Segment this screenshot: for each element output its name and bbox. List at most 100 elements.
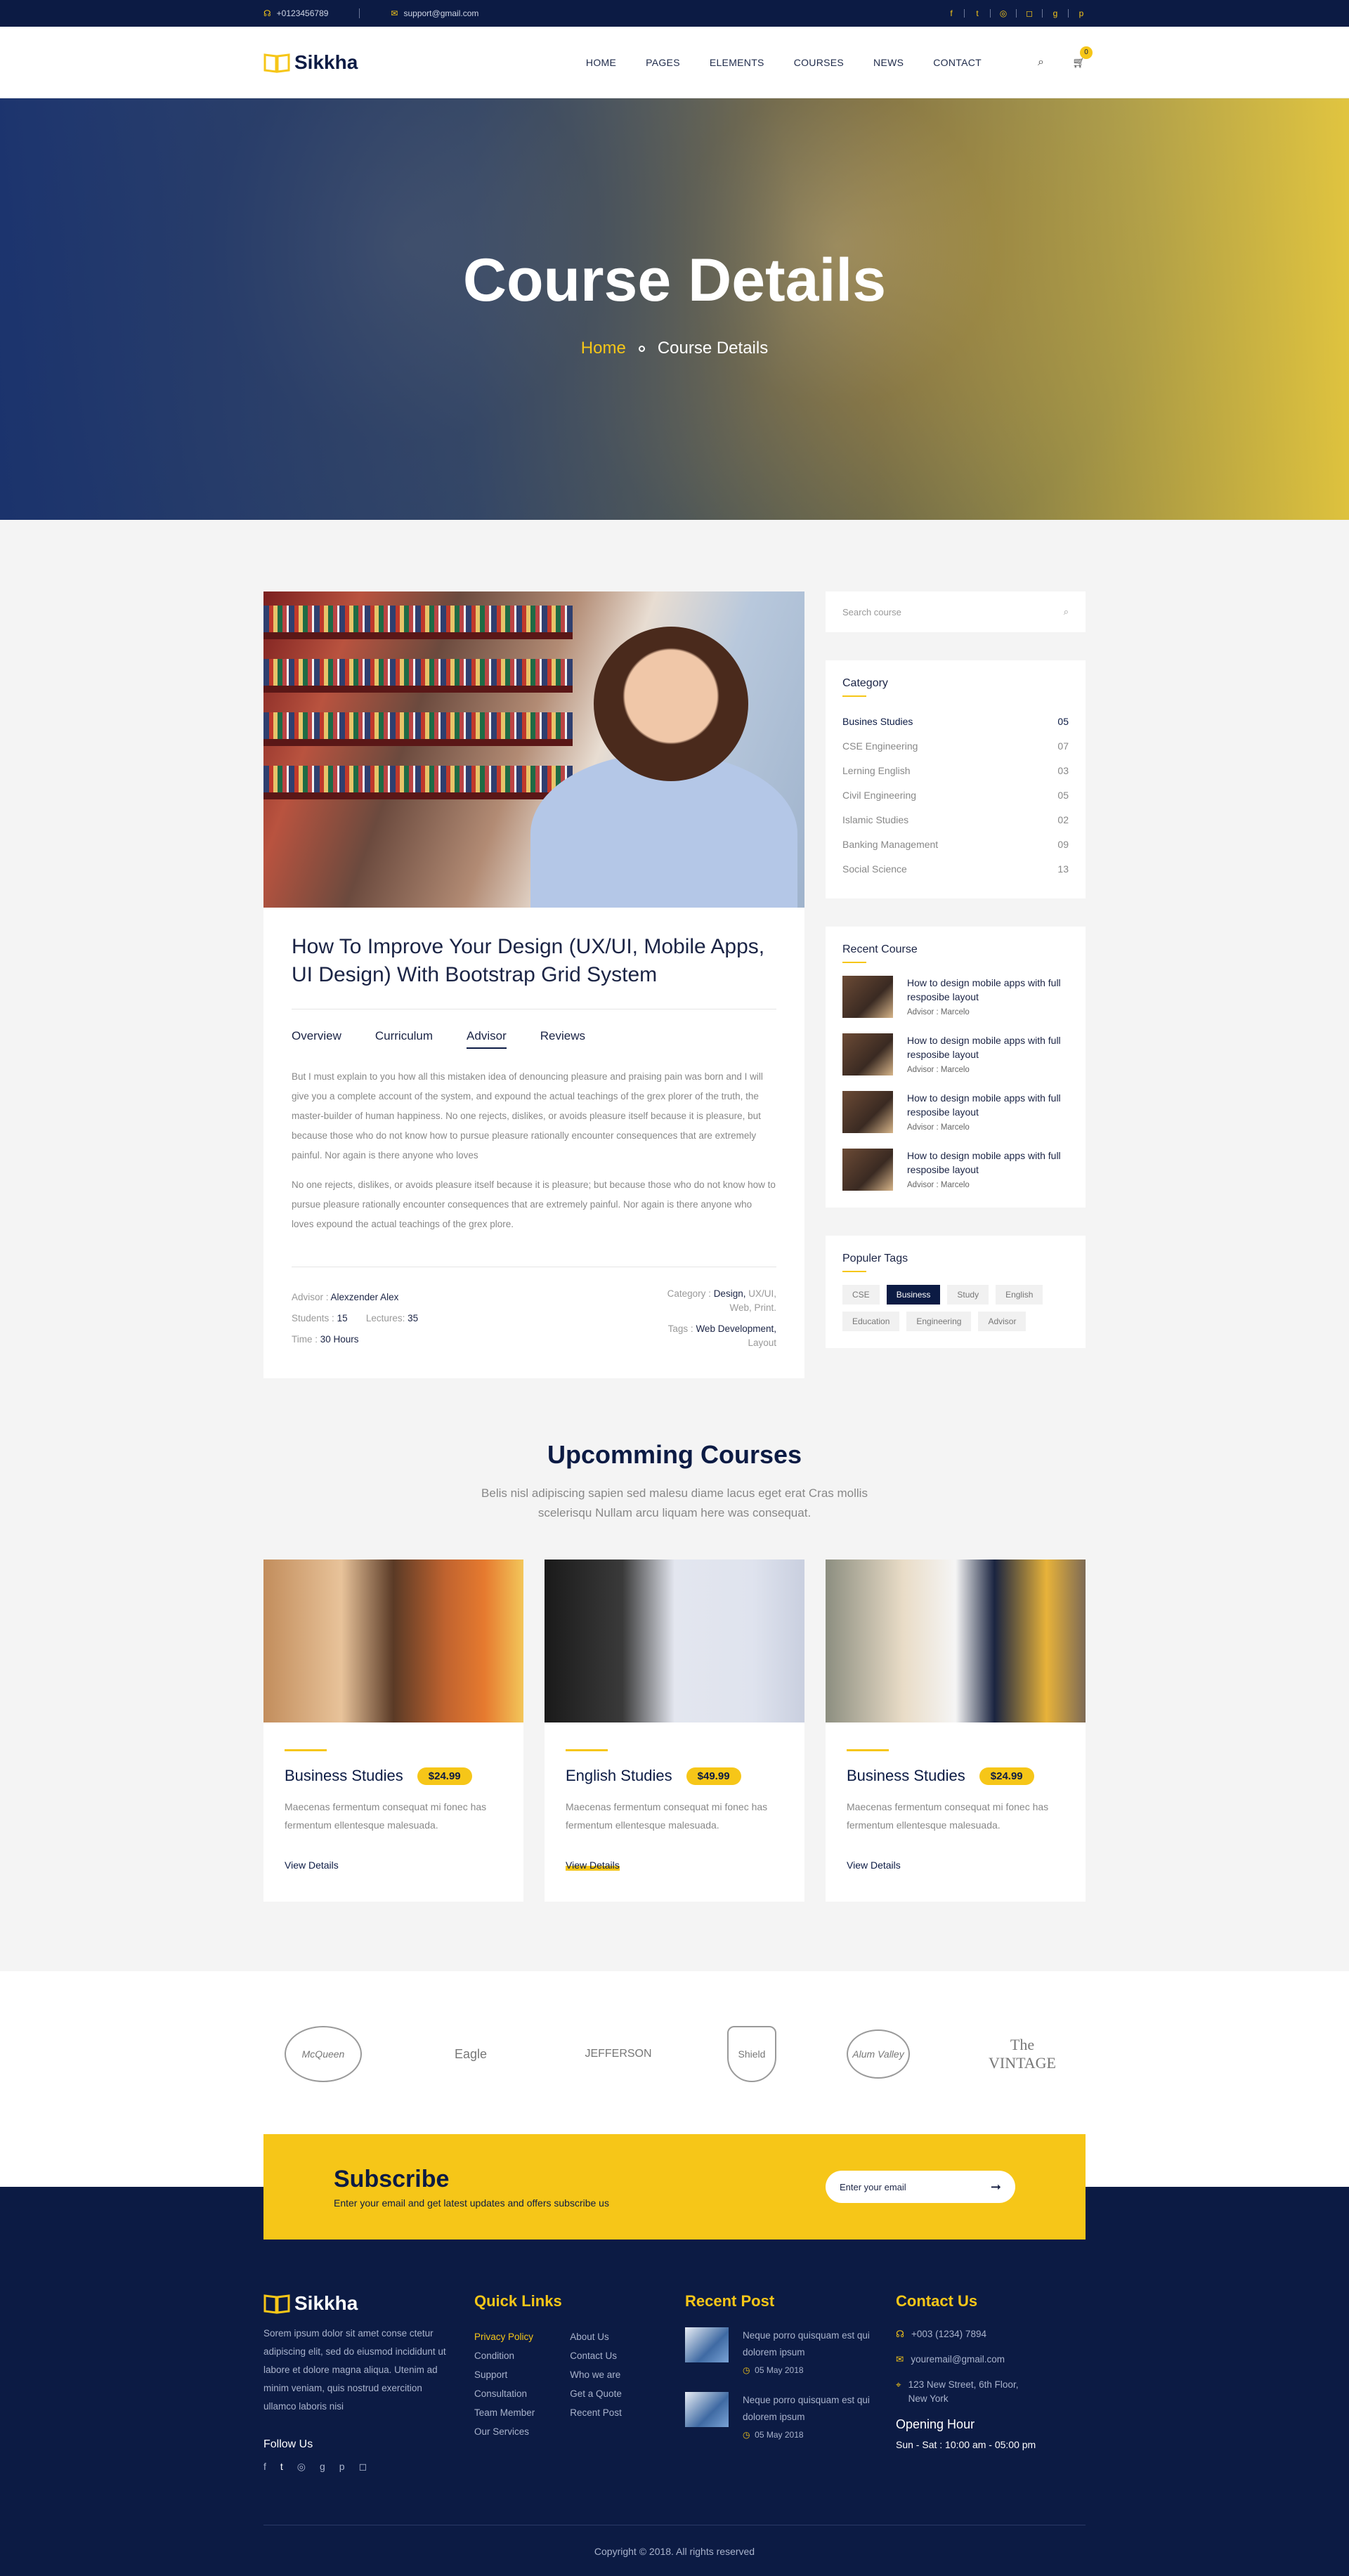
view-details-link[interactable]: View Details [285,1859,339,1871]
dribbble-icon[interactable]: ◎ [297,2461,306,2473]
course-card-title[interactable]: Business Studies [285,1767,403,1785]
view-details-link[interactable]: View Details [847,1859,901,1871]
pinterest-icon[interactable]: p [1077,8,1086,18]
contact-email-text: youremail@gmail.com [911,2354,1005,2365]
course-card-title[interactable]: Business Studies [847,1767,965,1785]
facebook-icon[interactable]: f [947,8,956,18]
footer-link[interactable]: Consultation [474,2384,535,2403]
footer-link[interactable]: About Us [570,2327,622,2346]
category-count: 05 [1057,790,1069,801]
course-thumbnail[interactable] [842,1149,893,1191]
nav-news[interactable]: NEWS [873,57,904,68]
section-title: Upcomming Courses [547,1440,802,1469]
footer-logo[interactable]: Sikkha [263,2292,474,2315]
tags-rest[interactable]: Layout [748,1338,776,1348]
footer-link[interactable]: Contact Us [570,2346,622,2365]
tab-reviews[interactable]: Reviews [540,1029,585,1049]
course-card-image[interactable] [826,1560,1086,1722]
twitter-icon[interactable]: t [973,8,982,18]
course-card-title[interactable]: English Studies [566,1767,672,1785]
footer-link[interactable]: Privacy Policy [474,2327,535,2346]
view-details-link[interactable]: View Details [566,1859,620,1871]
tag-item[interactable]: Business [886,1285,941,1305]
category-item[interactable]: Islamic Studies 02 [842,808,1069,832]
location-icon: ⌖ [896,2379,901,2390]
tab-overview[interactable]: Overview [292,1029,341,1049]
twitter-icon[interactable]: t [280,2461,283,2473]
footer-link[interactable]: Our Services [474,2422,535,2441]
category-item[interactable]: Civil Engineering 05 [842,783,1069,808]
footer-link[interactable]: Get a Quote [570,2384,622,2403]
recent-course-item[interactable]: How to design mobile apps with full resp… [842,1149,1069,1191]
recent-course-title[interactable]: How to design mobile apps with full resp… [907,976,1069,1004]
category-item[interactable]: Social Science 13 [842,857,1069,882]
category-item[interactable]: Busines Studies 05 [842,710,1069,734]
recent-course-title[interactable]: How to design mobile apps with full resp… [907,1033,1069,1061]
tag-item[interactable]: Engineering [906,1312,972,1331]
footer-link[interactable]: Support [474,2365,535,2384]
pinterest-icon[interactable]: p [339,2461,345,2473]
nav-contact[interactable]: CONTACT [933,57,982,68]
dribbble-icon[interactable]: ◎ [999,8,1008,18]
breadcrumb-home[interactable]: Home [581,339,626,358]
arrow-right-icon[interactable]: ➞ [991,2180,1001,2195]
course-card-image[interactable] [263,1560,523,1722]
course-thumbnail[interactable] [842,976,893,1018]
recent-post[interactable]: Neque porro quisquam est qui dolorem ips… [685,2392,896,2440]
course-search[interactable]: Search course ⌕ [826,591,1086,632]
tag-item[interactable]: Advisor [978,1312,1027,1331]
cart-button[interactable]: 🛒︎ 0 [1072,46,1093,70]
instagram-icon[interactable]: ◻ [359,2461,367,2473]
recent-post[interactable]: Neque porro quisquam est qui dolorem ips… [685,2327,896,2375]
tab-advisor[interactable]: Advisor [467,1029,507,1049]
tag-link[interactable]: Web Development, [696,1323,776,1334]
tag-item[interactable]: Education [842,1312,900,1331]
footer-link[interactable]: Recent Post [570,2403,622,2422]
nav-elements[interactable]: ELEMENTS [710,57,764,68]
logo[interactable]: Sikkha [263,51,358,74]
course-thumbnail[interactable] [842,1033,893,1075]
recent-course-title[interactable]: How to design mobile apps with full resp… [907,1149,1069,1177]
post-thumbnail[interactable] [685,2327,729,2362]
category-link[interactable]: Design, [714,1288,746,1299]
nav-pages[interactable]: PAGES [646,57,680,68]
search-icon[interactable]: ⌕ [1038,56,1044,69]
category-item[interactable]: Lerning English 03 [842,759,1069,783]
category-item[interactable]: CSE Engineering 07 [842,734,1069,759]
category-name: Civil Engineering [842,790,917,801]
nav-home[interactable]: HOME [586,57,616,68]
post-title[interactable]: Neque porro quisquam est qui dolorem ips… [743,2392,896,2426]
tag-item[interactable]: Study [947,1285,989,1305]
category-item[interactable]: Banking Management 09 [842,832,1069,857]
recent-course-item[interactable]: How to design mobile apps with full resp… [842,1033,1069,1075]
advisor-name[interactable]: Alexzender Alex [331,1292,399,1302]
tab-curriculum[interactable]: Curriculum [375,1029,433,1049]
course-meta: Advisor : Alexzender Alex Students : 15 … [292,1287,776,1350]
lectures-count: 35 [408,1313,419,1323]
course-card-image[interactable] [545,1560,804,1722]
search-input[interactable]: Search course [842,607,901,617]
google-plus-icon[interactable]: g [1051,8,1060,18]
post-title[interactable]: Neque porro quisquam est qui dolorem ips… [743,2327,896,2361]
contact-email[interactable]: ✉ youremail@gmail.com [896,2353,1086,2367]
instagram-icon[interactable]: ◻ [1025,8,1034,18]
recent-course-item[interactable]: How to design mobile apps with full resp… [842,1091,1069,1133]
facebook-icon[interactable]: f [263,2461,266,2473]
post-thumbnail[interactable] [685,2392,729,2427]
headset-icon: ☊ [263,8,271,18]
accent-line [847,1749,889,1751]
google-plus-icon[interactable]: g [320,2461,325,2473]
tag-item[interactable]: English [996,1285,1043,1305]
course-thumbnail[interactable] [842,1091,893,1133]
course-card: English Studies $49.99 Maecenas fermentu… [545,1560,804,1902]
recent-course-title[interactable]: How to design mobile apps with full resp… [907,1091,1069,1119]
footer-link[interactable]: Condition [474,2346,535,2365]
footer-link[interactable]: Team Member [474,2403,535,2422]
email-field[interactable]: Enter your email [840,2182,906,2192]
top-email[interactable]: ✉ support@gmail.com [391,8,478,18]
recent-course-item[interactable]: How to design mobile apps with full resp… [842,976,1069,1018]
footer-link[interactable]: Who we are [570,2365,622,2384]
tag-item[interactable]: CSE [842,1285,880,1305]
search-icon[interactable]: ⌕ [1064,606,1069,617]
nav-courses[interactable]: COURSES [794,57,844,68]
